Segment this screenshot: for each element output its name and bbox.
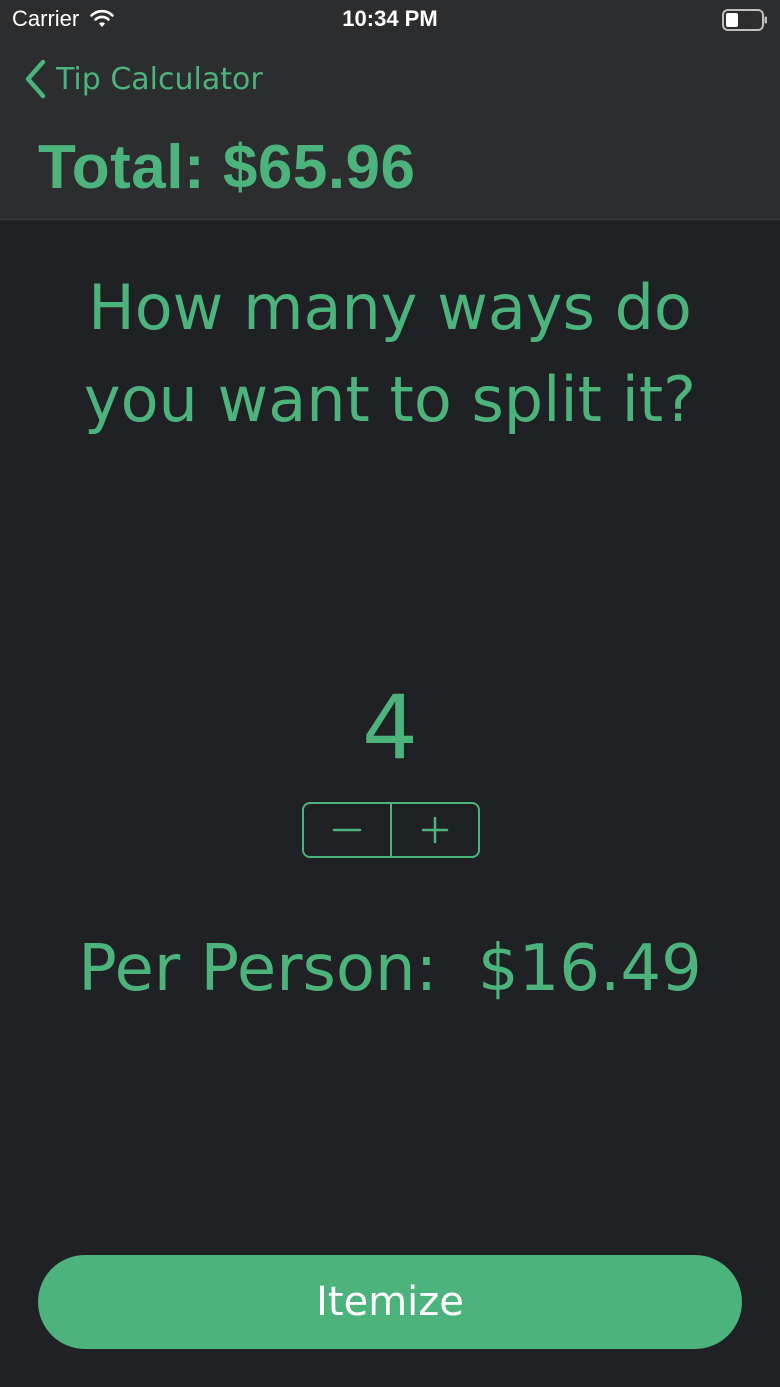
back-button-label: Tip Calculator <box>56 61 263 97</box>
split-count-value: 4 <box>362 676 418 779</box>
back-button[interactable]: Tip Calculator <box>22 58 263 100</box>
battery-icon <box>722 9 767 31</box>
itemize-button[interactable]: Itemize <box>38 1255 742 1349</box>
split-question: How many ways do you want to split it? <box>83 271 697 436</box>
navigation-header: Tip Calculator Total: $65.96 <box>0 40 780 220</box>
status-bar: Carrier 10:34 PM <box>0 0 780 40</box>
decrement-button[interactable] <box>304 804 390 856</box>
increment-button[interactable] <box>392 804 478 856</box>
minus-icon <box>332 828 362 832</box>
page-title: Total: $65.96 <box>38 133 416 202</box>
status-time: 10:34 PM <box>342 6 438 31</box>
split-stepper <box>302 802 480 858</box>
per-person-amount: Per Person: $16.49 <box>78 932 702 1006</box>
plus-icon <box>421 816 449 844</box>
chevron-left-icon <box>25 59 46 99</box>
